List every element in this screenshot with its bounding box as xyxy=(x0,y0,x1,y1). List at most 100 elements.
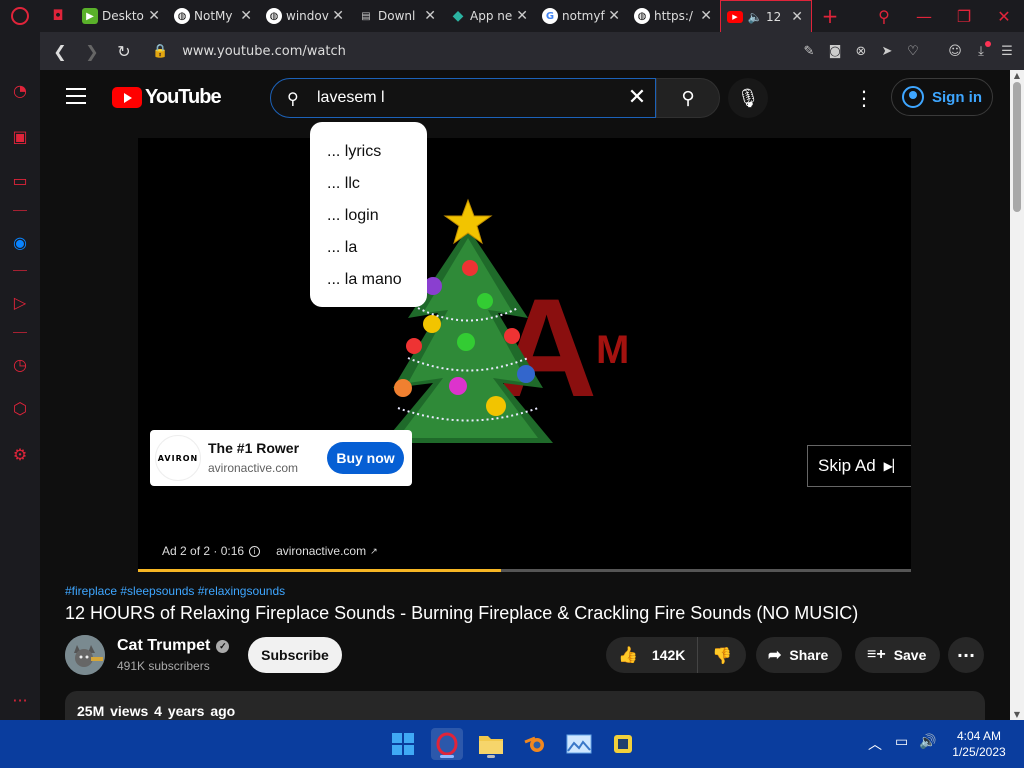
forward-icon[interactable]: ❯ xyxy=(76,35,108,67)
close-tab-icon[interactable]: ✕ xyxy=(240,8,252,24)
info-icon[interactable]: i xyxy=(249,545,261,557)
tab-app[interactable]: ◆ App ne ✕ xyxy=(444,0,536,32)
menu-icon[interactable] xyxy=(66,88,86,104)
taskbar-blender[interactable] xyxy=(519,728,551,760)
close-window-icon[interactable]: ✕ xyxy=(984,0,1024,32)
easy-setup-icon[interactable]: ☰ xyxy=(994,38,1020,64)
taskbar-opera-gx[interactable] xyxy=(431,728,463,760)
opera-menu-button[interactable] xyxy=(0,0,40,32)
windows-taskbar: ︿ ▭ 🔊 4:04 AM 1/25/2023 xyxy=(0,720,1024,768)
close-tab-icon[interactable]: ✕ xyxy=(516,8,528,24)
video-player[interactable]: A M AVIRON The #1 Rower avironactive.com xyxy=(138,138,911,572)
search-box: ⚲ ✕ xyxy=(270,78,656,118)
tab-https[interactable]: ◍ https:/ ✕ xyxy=(628,0,720,32)
minimize-icon[interactable]: — xyxy=(904,0,944,32)
close-tab-icon[interactable]: ✕ xyxy=(700,8,712,24)
close-tab-icon[interactable]: ✕ xyxy=(791,9,803,25)
back-icon[interactable]: ❮ xyxy=(44,35,76,67)
channel-name[interactable]: Cat Trumpet ✓ xyxy=(117,637,230,655)
tab-windows[interactable]: ◍ windov ✕ xyxy=(260,0,352,32)
taskbar-photos[interactable] xyxy=(563,728,595,760)
tab-search-icon[interactable]: ⚲ xyxy=(864,0,904,32)
tab-desktop[interactable]: ▶ Deskto ✕ xyxy=(76,0,168,32)
player-icon[interactable]: ▷ xyxy=(8,290,32,314)
ad-domain-link[interactable]: avironactive.com xyxy=(276,544,366,558)
running-indicator xyxy=(487,755,495,758)
clear-search-icon[interactable]: ✕ xyxy=(625,87,649,111)
gamepad-icon[interactable]: ◘ xyxy=(40,0,76,32)
suggestion-item[interactable]: ... login xyxy=(310,200,427,232)
suggestion-item[interactable]: ... la xyxy=(310,232,427,264)
speed-dial-icon[interactable]: ◔ xyxy=(8,78,32,102)
scroll-up-icon[interactable]: ▲ xyxy=(1012,71,1022,80)
profile-icon[interactable]: ☺ xyxy=(942,38,968,64)
blender-icon xyxy=(524,736,544,752)
download-icon[interactable]: ⤓ xyxy=(968,38,994,64)
subscribe-button[interactable]: Subscribe xyxy=(248,637,342,673)
youtube-logo[interactable]: YouTube xyxy=(112,86,222,109)
video-hashtags[interactable]: #fireplace #sleepsounds #relaxingsounds xyxy=(65,584,285,598)
like-button[interactable]: 👍 142K xyxy=(606,637,698,673)
restore-icon[interactable]: ❐ xyxy=(944,0,984,32)
block-icon[interactable]: ⊗ xyxy=(848,38,874,64)
windows-logo-icon xyxy=(392,733,414,755)
description-box[interactable]: 25M views 4 years ago xyxy=(65,691,985,720)
diamond-icon: ◆ xyxy=(452,8,464,24)
extensions-icon[interactable]: ⬡ xyxy=(8,396,32,420)
messenger-icon[interactable]: ◉ xyxy=(8,230,32,254)
voice-search-button[interactable]: 🎙 xyxy=(728,78,768,118)
account-icon xyxy=(902,86,924,108)
taskbar-clock[interactable]: 4:04 AM 1/25/2023 xyxy=(946,728,1012,760)
search-input[interactable] xyxy=(317,89,617,107)
tray-chevron-icon[interactable]: ︿ xyxy=(868,734,882,754)
buy-now-button[interactable]: Buy now xyxy=(327,442,404,474)
lock-icon[interactable]: 🔒 xyxy=(152,44,168,59)
settings-gear-icon[interactable]: ⚙ xyxy=(8,442,32,466)
aviron-logo: AVIRON xyxy=(155,435,201,481)
tab-youtube-active[interactable]: ▶ 🔈 12 H ✕ xyxy=(720,0,812,32)
page-scrollbar[interactable]: ▲ ▼ xyxy=(1010,70,1024,720)
briefcase-icon[interactable]: ▣ xyxy=(8,124,32,148)
network-icon[interactable]: ▭ xyxy=(895,734,908,750)
suggestion-item[interactable]: ... llc xyxy=(310,168,427,200)
tab-google[interactable]: G notmyf ✕ xyxy=(536,0,628,32)
new-tab-button[interactable]: + xyxy=(812,0,848,32)
scroll-down-icon[interactable]: ▼ xyxy=(1012,710,1022,719)
speaker-icon[interactable]: 🔈 xyxy=(747,9,763,25)
share-button[interactable]: ➦ Share xyxy=(756,637,843,673)
settings-kebab-icon[interactable]: ⋮ xyxy=(852,86,876,110)
channel-avatar[interactable] xyxy=(65,635,105,675)
close-tab-icon[interactable]: ✕ xyxy=(332,8,344,24)
scrollbar-thumb[interactable] xyxy=(1013,82,1021,212)
reload-icon[interactable]: ↻ xyxy=(108,35,140,67)
close-tab-icon[interactable]: ✕ xyxy=(424,8,436,24)
sidebar-more-icon[interactable]: ··· xyxy=(8,688,32,712)
active-indicator xyxy=(440,755,454,758)
dislike-button[interactable]: 👎 xyxy=(698,637,746,673)
skip-ad-button[interactable]: Skip Ad ▶▏ xyxy=(807,445,911,487)
more-actions-icon[interactable]: ··· xyxy=(948,637,984,673)
twitch-icon[interactable]: ▭ xyxy=(8,168,32,192)
ad-overlay-card[interactable]: AVIRON The #1 Rower avironactive.com Buy… xyxy=(150,430,412,486)
close-tab-icon[interactable]: ✕ xyxy=(608,8,620,24)
history-icon[interactable]: ◷ xyxy=(8,352,32,376)
tab-downloads[interactable]: ▤ Downl ✕ xyxy=(352,0,444,32)
close-tab-icon[interactable]: ✕ xyxy=(148,8,160,24)
suggestion-item[interactable]: ... la mano xyxy=(310,264,427,296)
suggestion-item[interactable]: ... lyrics xyxy=(310,136,427,168)
url-field[interactable]: www.youtube.com/watch xyxy=(182,44,346,59)
start-button[interactable] xyxy=(387,728,419,760)
taskbar-app-python[interactable] xyxy=(607,728,639,760)
send-icon[interactable]: ➤ xyxy=(874,38,900,64)
volume-icon[interactable]: 🔊 xyxy=(919,734,936,750)
heart-icon[interactable]: ♡ xyxy=(900,38,926,64)
taskbar-file-explorer[interactable] xyxy=(475,728,507,760)
search-button[interactable]: ⚲ xyxy=(656,78,720,118)
save-button[interactable]: ≡+ Save xyxy=(855,637,941,673)
ad-progress-bar[interactable] xyxy=(138,569,911,572)
skip-next-icon: ▶▏ xyxy=(883,459,903,473)
sign-in-button[interactable]: Sign in xyxy=(891,78,993,116)
camera-icon[interactable]: ◙ xyxy=(822,38,848,64)
edit-icon[interactable]: ✎ xyxy=(796,38,822,64)
tab-notmy[interactable]: ◍ NotMy ✕ xyxy=(168,0,260,32)
